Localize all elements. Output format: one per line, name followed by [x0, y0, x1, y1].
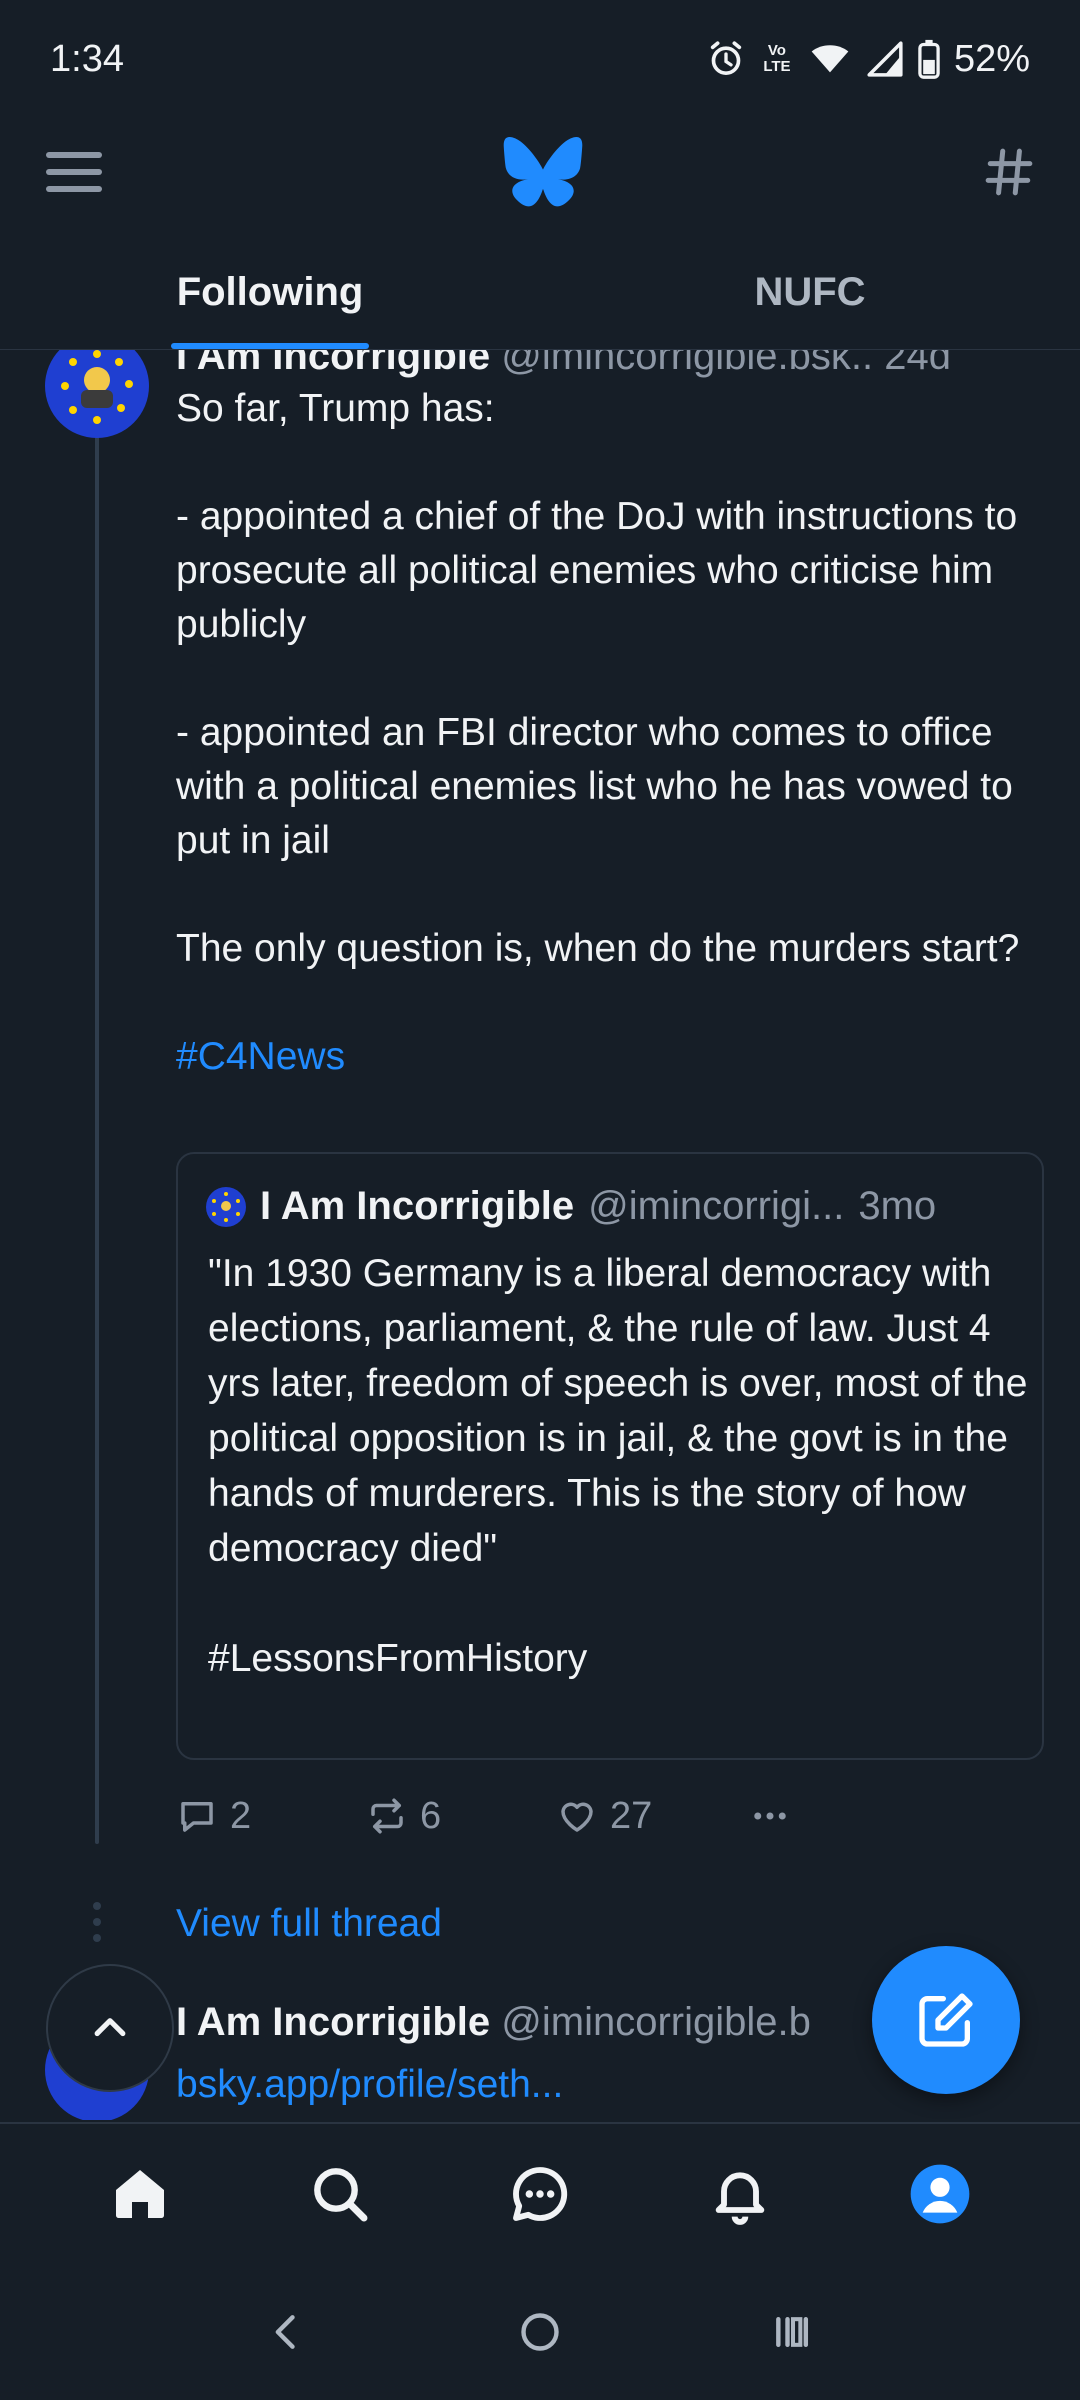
quote-author-avatar [206, 1186, 246, 1227]
nav-chat[interactable] [485, 2139, 595, 2249]
more-options-button[interactable] [746, 1795, 936, 1837]
app-header [0, 118, 1080, 226]
profile-icon [910, 2164, 970, 2224]
post-paragraph: - appointed an FBI director who comes to… [176, 711, 1013, 862]
battery-level: 52% [953, 37, 1030, 80]
compose-icon [919, 1993, 973, 2047]
nav-home[interactable] [85, 2139, 195, 2249]
status-bar: 1:34 Vo LTE 52% [0, 0, 1080, 118]
post-paragraph [176, 868, 1046, 922]
repost-count: 6 [420, 1794, 442, 1837]
post-paragraph [176, 652, 1046, 706]
next-author-handle[interactable]: @imincorrigible.b [501, 2000, 811, 2044]
status-time: 1:34 [50, 37, 124, 80]
quote-header: I Am Incorrigible @imincorrigi... 3mo [206, 1184, 936, 1229]
view-full-thread-link[interactable]: View full thread [176, 1902, 442, 1946]
ellipsis-icon [754, 1812, 786, 1820]
active-tab-indicator [171, 343, 369, 349]
tab-following[interactable]: Following [0, 236, 540, 349]
hashtag-link[interactable]: #C4News [176, 1030, 1046, 1084]
next-post-header: I Am Incorrigible @imincorrigible.bh [176, 2000, 953, 2045]
quote-author-name: I Am Incorrigible [260, 1184, 575, 1228]
quoted-post[interactable]: I Am Incorrigible @imincorrigi... 3mo "I… [176, 1152, 1044, 1760]
system-nav [0, 2264, 1080, 2400]
quote-paragraph [208, 1576, 1028, 1631]
nav-profile[interactable] [885, 2139, 995, 2249]
post-paragraph: So far, Trump has: [176, 387, 495, 430]
thread-dots [93, 1902, 101, 1942]
quote-paragraph: #LessonsFromHistory [208, 1637, 588, 1680]
author-name[interactable]: I Am Incorrigible [176, 350, 490, 378]
bottom-nav [0, 2122, 1080, 2264]
recents-icon[interactable] [771, 2310, 815, 2354]
volte-icon: Vo LTE [763, 42, 791, 75]
reply-count: 2 [230, 1794, 252, 1837]
repost-button[interactable]: 6 [366, 1795, 556, 1838]
compose-post-button[interactable] [872, 1946, 1020, 2094]
post-actions: 2 6 27 [176, 1786, 936, 1846]
like-count: 27 [610, 1794, 653, 1837]
feed-tabs: Following NUFC [0, 236, 1080, 350]
post-paragraph: - appointed a chief of the DoJ with inst… [176, 495, 1018, 646]
reply-icon [181, 1802, 213, 1832]
wifi-icon [811, 45, 849, 73]
bell-icon [715, 2172, 765, 2225]
signal-icon [867, 41, 903, 77]
tab-label: NUFC [754, 270, 866, 314]
hamburger-icon[interactable] [46, 150, 102, 194]
home-icon [116, 2170, 164, 2218]
tab-nufc[interactable]: NUFC [540, 236, 1080, 349]
battery-icon [918, 39, 940, 79]
nav-notifications[interactable] [685, 2139, 795, 2249]
author-avatar[interactable] [45, 350, 149, 438]
scroll-to-top-button[interactable] [46, 1964, 174, 2092]
quote-body: "In 1930 Germany is a liberal democracy … [208, 1246, 1028, 1686]
feed[interactable]: I Am Incorrigible @imincorrigible.bsk.. … [0, 350, 1080, 2120]
thread-line [95, 434, 99, 1844]
butterfly-icon[interactable] [503, 137, 583, 207]
search-icon [314, 2168, 368, 2222]
repost-icon [371, 1798, 403, 1834]
tab-label: Following [176, 270, 364, 314]
post-paragraph [176, 436, 1046, 490]
heart-icon [561, 1802, 593, 1832]
quote-paragraph: "In 1930 Germany is a liberal democracy … [208, 1252, 1028, 1570]
post-header: I Am Incorrigible @imincorrigible.bsk.. … [176, 350, 951, 379]
nav-search[interactable] [285, 2139, 395, 2249]
quote-author-handle: @imincorrigi... [588, 1184, 845, 1228]
next-author-name[interactable]: I Am Incorrigible [176, 2000, 490, 2044]
home-circle-icon[interactable] [518, 2310, 562, 2354]
post-paragraph [176, 976, 1046, 1030]
back-icon[interactable] [265, 2310, 309, 2354]
chat-icon [513, 2167, 568, 2221]
reply-button[interactable]: 2 [176, 1795, 366, 1838]
hash-icon[interactable] [984, 147, 1034, 197]
post-time: 24d [884, 350, 951, 378]
quote-time: 3mo [858, 1184, 937, 1228]
author-handle[interactable]: @imincorrigible.bsk.. [501, 350, 873, 378]
alarm-icon [710, 41, 742, 75]
like-button[interactable]: 27 [556, 1795, 746, 1838]
chevron-up-icon [94, 2018, 126, 2037]
post-body: So far, Trump has: - appointed a chief o… [176, 382, 1046, 1084]
post-paragraph: The only question is, when do the murder… [176, 927, 1020, 970]
